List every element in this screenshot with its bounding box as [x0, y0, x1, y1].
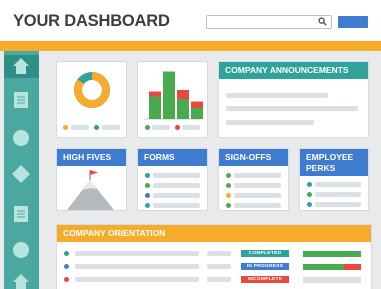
signoffs-title: SIGN-OFFS	[219, 149, 288, 166]
forms-card[interactable]: FORMS	[138, 149, 207, 210]
bar-green-1	[163, 71, 175, 119]
company-orientation-card[interactable]: COMPANY ORIENTATION COMPLETED IN PROGRES…	[57, 225, 371, 289]
orientation-row-line	[207, 277, 231, 282]
bar-green-3	[191, 108, 203, 119]
high-fives-card[interactable]: HIGH FIVES WAY TO GO!	[57, 149, 126, 210]
list-bullet	[226, 183, 231, 188]
list-item-line	[234, 173, 281, 178]
progress-fill-green	[303, 250, 361, 257]
home-icon[interactable]	[12, 57, 30, 75]
progress-bar	[303, 250, 361, 257]
search-icon[interactable]	[318, 17, 327, 26]
progress-fill-green	[303, 263, 344, 270]
list-bullet	[307, 182, 312, 187]
diamond-icon[interactable]	[12, 165, 30, 183]
announcement-line	[226, 93, 328, 98]
announcement-line	[226, 120, 314, 125]
bar-chart-card[interactable]	[138, 62, 207, 137]
document-icon[interactable]	[12, 91, 30, 109]
status-badge-in-progress: IN PROGRESS	[241, 263, 289, 270]
orientation-row-bullet	[64, 251, 69, 256]
top-header: YOUR DASHBOARD	[0, 0, 381, 41]
home-icon[interactable]	[12, 273, 30, 289]
legend-text-line	[102, 125, 120, 130]
list-bullet	[145, 183, 150, 188]
user-icon[interactable]	[12, 129, 30, 147]
list-bullet	[145, 193, 150, 198]
legend-dot-teal	[94, 125, 99, 130]
list-bullet	[307, 202, 312, 207]
list-item-line	[315, 192, 361, 197]
bar-red-0	[149, 91, 161, 97]
legend-dot-orange	[63, 125, 68, 130]
header-action-button[interactable]	[338, 16, 368, 28]
document-icon[interactable]	[12, 205, 30, 223]
orientation-row-line	[75, 277, 199, 282]
flag-icon	[90, 170, 98, 175]
donut-chart-card[interactable]	[57, 62, 126, 137]
list-item-line	[315, 182, 361, 187]
orientation-title: COMPANY ORIENTATION	[57, 225, 371, 242]
progress-fill-red	[343, 263, 361, 270]
announcements-card[interactable]: COMPANY ANNOUNCEMENTS	[219, 62, 368, 137]
bar-red-3	[191, 101, 203, 108]
search-input[interactable]	[210, 17, 310, 26]
dashboard-body: COMPANY ANNOUNCEMENTS HIGH FIVES WAY TO …	[0, 51, 381, 289]
orientation-row-line	[75, 251, 199, 256]
orientation-row-line	[207, 264, 231, 269]
list-bullet	[145, 173, 150, 178]
list-bullet	[226, 193, 231, 198]
list-bullet	[307, 192, 312, 197]
progress-bar	[303, 263, 361, 270]
legend-text-line	[71, 125, 89, 130]
bar-green-0	[149, 96, 161, 119]
list-bullet	[226, 203, 231, 208]
list-item-line	[153, 183, 200, 188]
sidebar	[4, 51, 39, 289]
list-item-line	[234, 203, 281, 208]
orientation-row-bullet	[64, 264, 69, 269]
orientation-row-line	[207, 251, 231, 256]
employee-perks-title: EMPLOYEE PERKS	[300, 149, 368, 176]
status-badge-completed: COMPLETED	[241, 250, 289, 257]
bar-red-2	[177, 90, 189, 99]
bar-green-2	[177, 99, 189, 119]
list-item-line	[234, 183, 281, 188]
announcements-title: COMPANY ANNOUNCEMENTS	[219, 62, 368, 79]
list-item-line	[153, 193, 200, 198]
legend-dot-red	[175, 125, 180, 130]
list-bullet	[226, 173, 231, 178]
legend-dot-green	[145, 125, 150, 130]
list-item-line	[315, 202, 361, 207]
list-item-line	[153, 203, 200, 208]
mountain-flag-illustration: WAY TO GO!	[67, 170, 114, 210]
search-box[interactable]	[206, 15, 332, 29]
status-badge-incomplete: INCOMPLETE	[241, 276, 289, 283]
orientation-row-line	[75, 264, 199, 269]
signoffs-card[interactable]: SIGN-OFFS	[219, 149, 288, 210]
list-item-line	[234, 193, 281, 198]
legend-text-line	[152, 125, 170, 130]
list-bullet	[145, 203, 150, 208]
list-item-line	[153, 173, 200, 178]
header-accent-bar	[0, 41, 381, 51]
announcement-line	[226, 106, 358, 111]
progress-bar	[303, 276, 361, 283]
page-title: YOUR DASHBOARD	[13, 12, 170, 30]
forms-title: FORMS	[138, 149, 207, 166]
legend-text-line	[182, 125, 200, 130]
orientation-row-bullet	[64, 277, 69, 282]
employee-perks-card[interactable]: EMPLOYEE PERKS	[300, 149, 368, 210]
user-icon[interactable]	[12, 241, 30, 259]
